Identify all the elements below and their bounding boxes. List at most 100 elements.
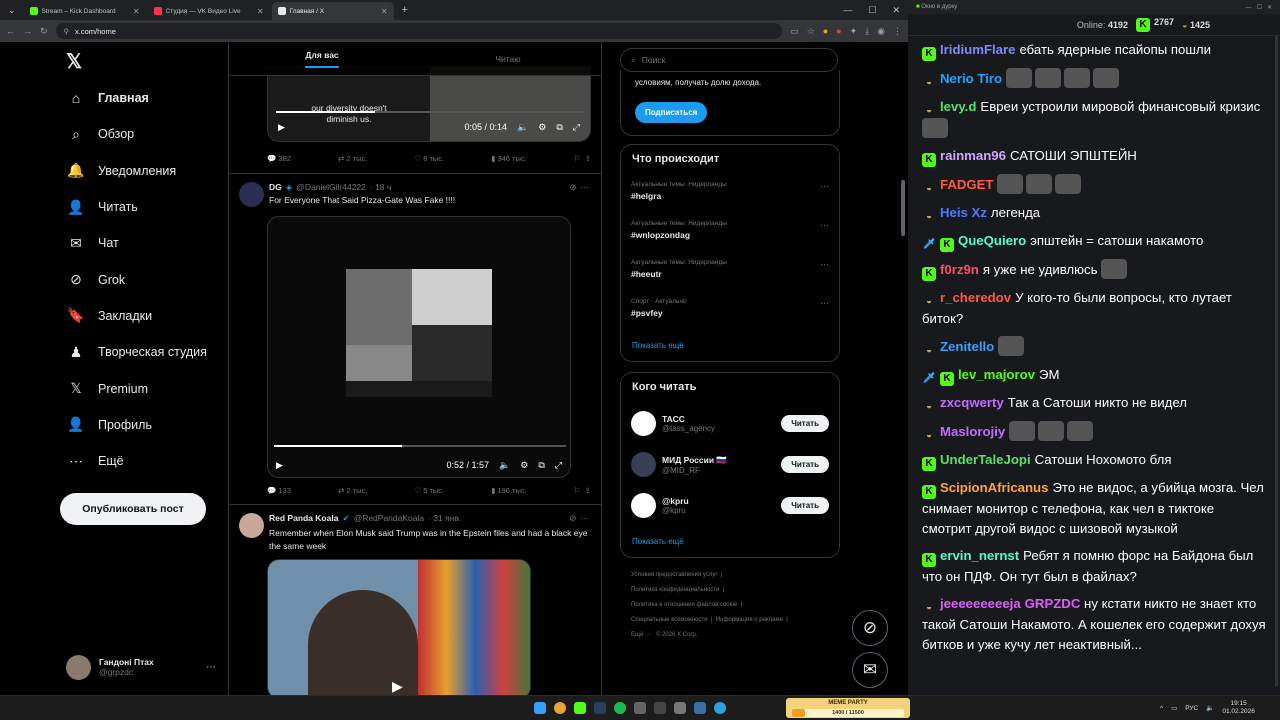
follow-button[interactable]: Читать [781,456,829,473]
app-icon[interactable] [694,702,706,714]
windows-start-icon[interactable] [534,702,546,714]
profile-icon[interactable]: ◉ [877,26,885,37]
repost-button[interactable]: ⇄ 2 тыс. [338,486,367,495]
browser-tab[interactable]: Студия — VK Видео Live ✕ [148,2,270,20]
follow-suggestion[interactable]: МИД России 🇷🇺 @MID_RF Читать [621,444,839,485]
extensions-puzzle-icon[interactable]: ✦ [850,26,858,37]
follow-button[interactable]: Читать [781,415,829,432]
search-input[interactable]: ⌕ Поиск [620,48,838,72]
pip-icon[interactable]: ⧉ [556,122,562,133]
browser-tab[interactable]: Главная / X ✕ [271,2,394,20]
video-progress[interactable] [276,111,584,113]
chat-username[interactable]: ScipionAfricanus [940,480,1048,495]
trend-item[interactable]: Актуальные темы: Нидерланды #heeutr ⋯ [621,255,839,294]
chat-username[interactable]: Maslorojiy [940,424,1005,439]
like-button[interactable]: ♡ 5 тыс. [414,486,444,495]
footer-link[interactable]: Политика конфиденциальности [631,587,720,593]
more-icon[interactable]: ⋯ [820,220,829,231]
star-icon[interactable]: ☆ [807,26,815,37]
post-handle[interactable]: @RedPandaKoala [354,513,425,524]
post-video[interactable]: ▶ 0:52 / 1:57 🔈 ⚙ ⧉ ⤢ [267,216,571,478]
more-icon[interactable]: ⋯ [581,513,590,524]
footer-link[interactable]: Политика в отношении файлов cookie [631,602,737,608]
post-video[interactable]: ▶ [267,559,531,695]
subscribe-button[interactable]: Подписаться [635,102,708,123]
chrome-icon[interactable] [554,702,566,714]
screen-cast-icon[interactable]: ▭ [790,26,799,37]
steam-icon[interactable] [594,702,606,714]
scrollbar[interactable] [901,180,905,236]
forward-icon[interactable]: → [23,26,32,36]
tab-search-icon[interactable]: ⌄ [0,5,24,16]
like-button[interactable]: ♡ 6 тыс. [414,154,444,163]
play-icon[interactable]: ▶ [392,678,403,695]
menu-icon[interactable]: ⋮ [893,26,902,37]
tray-chevron-icon[interactable]: ^ [1160,705,1163,712]
browser-tab[interactable]: Stream – Kick Dashboard ✕ [24,2,146,20]
chat-username[interactable]: rainman96 [940,148,1006,163]
app-icon[interactable] [634,702,646,714]
avatar[interactable] [239,513,264,538]
chat-username[interactable]: r_cheredov [940,290,1011,305]
video-progress[interactable] [274,445,566,447]
post-author[interactable]: Red Panda Koala [269,513,338,524]
nav-item-2[interactable]: 🔔 Уведомления [60,153,230,189]
follow-suggestion[interactable]: @kpru @kpru Читать [621,485,839,526]
network-icon[interactable]: ▭ [1171,704,1177,712]
kick-app-icon[interactable] [574,702,586,714]
post-handle[interactable]: @DanielGilr44222 [296,182,366,193]
app-icon[interactable] [674,702,686,714]
url-field[interactable]: ⚲ x.com/home [55,23,783,39]
close-tab-icon[interactable]: ✕ [257,7,264,16]
repost-button[interactable]: ⇄ 2 тыс. [338,154,367,163]
chat-username[interactable]: FADGET [940,177,993,192]
more-icon[interactable]: ⋯ [581,182,590,193]
nav-item-8[interactable]: 𝕏 Premium [60,370,230,406]
nav-item-9[interactable]: 👤 Профиль [60,407,230,443]
post-button[interactable]: Опубликовать пост [60,493,206,525]
settings-icon[interactable]: ⚙ [520,460,528,471]
messages-fab[interactable]: ✉ [852,652,888,688]
share-icon[interactable]: ⇪ [585,154,591,163]
volume-icon[interactable]: 🔈 [1206,704,1214,712]
footer-link[interactable]: Информация о рекламе [716,617,783,623]
nav-item-5[interactable]: ⊘ Grok [60,261,230,297]
chat-username[interactable]: lev_majorov [958,367,1035,382]
fullscreen-icon[interactable]: ⤢ [573,122,580,133]
reload-icon[interactable]: ↻ [40,26,48,37]
more-icon[interactable]: ⋯ [820,259,829,270]
post[interactable]: DG ◈ @DanielGilr44222 · 18 ч ⊘ ⋯ For Eve… [229,174,601,500]
share-icon[interactable]: ⇪ [585,486,591,495]
views-button[interactable]: ▮ 346 тыс. [491,154,527,163]
trend-item[interactable]: Актуальные темы: Нидерланды #helgra ⋯ [621,177,839,216]
volume-icon[interactable]: 🔈 [517,122,528,133]
telegram-icon[interactable] [714,702,726,714]
maximize-button[interactable]: ☐ [860,5,884,16]
trend-item[interactable]: Спорт · Актуально #psvfey ⋯ [621,294,839,333]
bookmark-icon[interactable]: ⚐ [574,486,581,495]
more-icon[interactable]: ⋯ [820,181,829,192]
close-window-button[interactable]: ✕ [1267,5,1272,11]
footer-link[interactable]: Ещё ··· [631,632,651,638]
views-button[interactable]: ▮ 196 тыс. [491,486,527,495]
chat-username[interactable]: QueQuiero [958,233,1026,248]
back-icon[interactable]: ← [6,26,15,36]
chat-username[interactable]: ervin_nernst [940,548,1019,563]
nav-item-10[interactable]: ⋯ Ещё [60,443,230,479]
maximize-button[interactable]: ☐ [1257,5,1262,11]
minimize-button[interactable]: — [835,5,860,15]
nav-item-0[interactable]: ⌂ Главная [60,80,230,116]
post-time[interactable]: · 31 янв. [428,513,461,524]
language-indicator[interactable]: РУС [1185,705,1198,712]
close-tab-icon[interactable]: ✕ [133,7,140,16]
show-more-link[interactable]: Показать ещё [632,537,684,546]
nav-item-7[interactable]: ♟ Творческая студия [60,334,230,370]
chat-username[interactable]: Heis Xz [940,205,987,220]
tab-for-you[interactable]: Для вас [229,42,415,75]
minimize-button[interactable]: — [1246,5,1252,11]
post-video[interactable]: our diversity doesn't diminish us. ▶ 0:0… [267,66,591,142]
post[interactable]: Red Panda Koala ✔ @RedPandaKoala · 31 ян… [229,505,601,695]
chat-username[interactable]: IridiumFlare [940,42,1015,57]
chat-username[interactable]: f0rz9n [940,262,979,277]
chat-username[interactable]: UnderTaleJopi [940,452,1031,467]
